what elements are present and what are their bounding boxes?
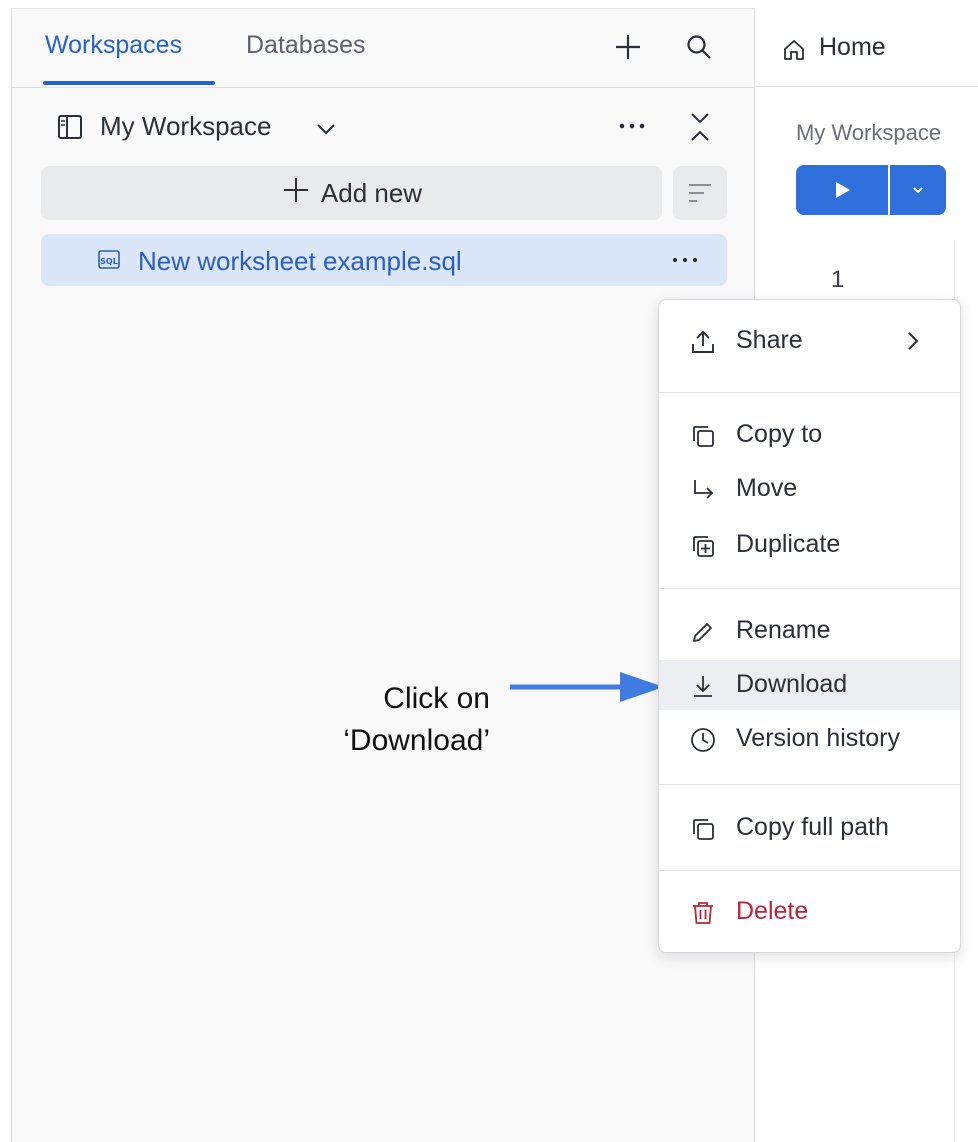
add-icon[interactable]: [610, 29, 646, 65]
tab-databases[interactable]: Databases: [246, 31, 366, 60]
menu-label-rename: Rename: [736, 616, 831, 644]
copy-icon: [689, 422, 717, 450]
worksheet-item[interactable]: SQL New worksheet example.sql: [41, 234, 727, 286]
menu-separator: [659, 392, 960, 393]
line-number: 1: [831, 266, 845, 293]
menu-label-download: Download: [736, 670, 848, 698]
workspace-panel-icon: [56, 113, 84, 141]
worksheet-more-icon[interactable]: [668, 246, 702, 274]
run-button[interactable]: [796, 165, 888, 215]
sidebar: Workspaces Databases My Workspace Add ne…: [11, 8, 755, 1142]
svg-text:SQL: SQL: [100, 257, 118, 266]
menu-label-copy-full-path: Copy full path: [736, 813, 889, 841]
menu-item-delete[interactable]: Delete: [659, 887, 960, 937]
menu-label-copy-to: Copy to: [736, 420, 823, 448]
trash-icon: [689, 899, 717, 927]
sort-icon[interactable]: [673, 166, 727, 220]
workspace-header[interactable]: My Workspace: [12, 99, 754, 155]
duplicate-icon: [689, 532, 717, 560]
menu-label-version-history: Version history: [736, 724, 900, 752]
search-icon[interactable]: [681, 29, 717, 65]
context-menu: Share Copy to Move Duplicate Rename Down: [658, 299, 961, 953]
annotation-line-1: Click on: [383, 682, 490, 715]
menu-item-duplicate[interactable]: Duplicate: [659, 520, 960, 570]
add-new-button[interactable]: Add new: [41, 166, 662, 220]
menu-item-copy-to[interactable]: Copy to: [659, 410, 960, 460]
chevron-down-icon[interactable]: [313, 115, 339, 141]
download-icon: [689, 672, 717, 700]
more-options-icon[interactable]: [615, 111, 649, 141]
menu-label-share: Share: [736, 326, 803, 354]
breadcrumb[interactable]: My Workspace: [796, 120, 941, 146]
menu-item-download[interactable]: Download: [659, 660, 960, 710]
editor-tabs: Home: [756, 8, 978, 87]
plus-icon: [281, 175, 311, 211]
menu-item-copy-full-path[interactable]: Copy full path: [659, 803, 960, 853]
copy-path-icon: [689, 815, 717, 843]
menu-item-share[interactable]: Share: [659, 316, 960, 366]
menu-item-rename[interactable]: Rename: [659, 606, 960, 656]
chevron-right-icon: [903, 329, 923, 358]
menu-separator: [659, 784, 960, 785]
sidebar-tabs: Workspaces Databases: [12, 9, 754, 88]
top-border: [0, 0, 978, 8]
chevron-down-icon: [913, 187, 923, 194]
tab-workspaces[interactable]: Workspaces: [45, 31, 182, 60]
home-icon: [780, 36, 808, 64]
active-tab-indicator: [43, 81, 215, 85]
menu-item-move[interactable]: Move: [659, 464, 960, 514]
add-new-label: Add new: [320, 177, 423, 208]
workspace-name[interactable]: My Workspace: [100, 111, 271, 142]
menu-label-delete: Delete: [736, 897, 809, 925]
move-arrow-icon: [689, 476, 717, 504]
menu-item-version-history[interactable]: Version history: [659, 714, 960, 764]
worksheet-name: New worksheet example.sql: [138, 246, 462, 276]
menu-separator: [659, 870, 960, 871]
menu-label-move: Move: [736, 474, 798, 502]
annotation-text: Click on ‘Download’: [300, 678, 490, 762]
tab-home[interactable]: Home: [819, 33, 886, 62]
menu-label-duplicate: Duplicate: [736, 530, 841, 558]
annotation-arrow-icon: [510, 672, 664, 702]
clock-icon: [689, 726, 717, 754]
share-icon: [689, 328, 717, 356]
pencil-icon: [689, 618, 717, 646]
run-options-button[interactable]: [890, 165, 946, 215]
menu-separator: [659, 588, 960, 589]
collapse-icon[interactable]: [685, 109, 715, 145]
sql-file-icon: SQL: [96, 247, 122, 273]
annotation-line-2: ‘Download’: [343, 724, 490, 757]
